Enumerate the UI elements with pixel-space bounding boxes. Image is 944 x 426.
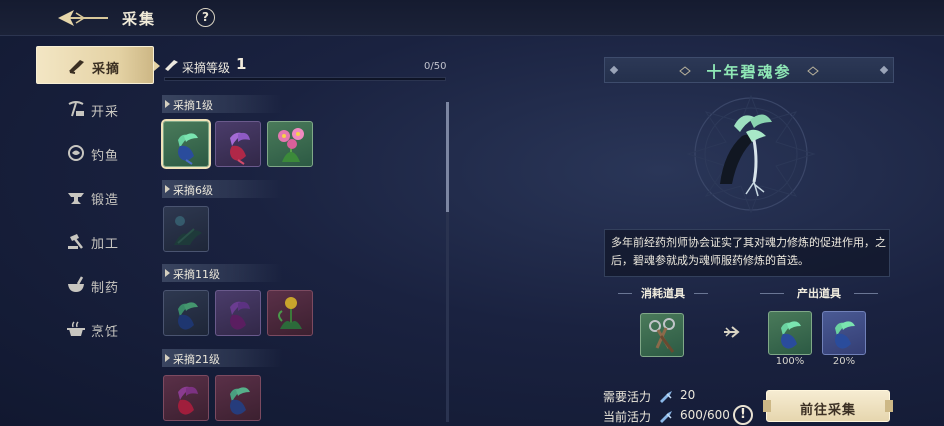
sidebar-item-pharmacy[interactable]: 制药 <box>36 266 154 304</box>
output-section-label: 产出道具 <box>760 285 878 301</box>
fishing-icon <box>68 145 84 161</box>
tier-list-scrollbar[interactable] <box>446 102 449 422</box>
mining-icon <box>68 101 84 117</box>
sidebar-item-processing[interactable]: 加工 <box>36 222 154 260</box>
sidebar-item-label: 加工 <box>91 237 120 252</box>
herb-slot-blue-ginseng[interactable] <box>161 119 211 169</box>
page-title: 采集 <box>122 10 157 28</box>
scrollbar-thumb[interactable] <box>446 102 449 212</box>
hammer-icon <box>68 234 83 249</box>
back-arrow-icon[interactable] <box>56 7 110 29</box>
anvil-icon <box>68 193 84 204</box>
consume-section-label: 消耗道具 <box>618 285 708 301</box>
arrow-right-icon <box>724 326 740 338</box>
top-header: 采集 ? <box>0 0 944 36</box>
shears-icon <box>649 318 675 353</box>
output-chance: 20% <box>832 356 856 367</box>
pick-icon <box>165 60 178 71</box>
sidebar-item-mining[interactable]: 开采 <box>36 90 154 128</box>
pick-icon <box>69 60 84 74</box>
tier-label: 采摘21级 <box>173 353 220 366</box>
mortar-icon <box>68 276 84 292</box>
level-value: 1 <box>236 55 247 73</box>
go-gather-button[interactable]: 前往采集 <box>763 390 893 422</box>
sidebar-item-label: 采摘 <box>92 62 121 77</box>
tier-header: 采摘6级 <box>162 180 282 198</box>
tier-label: 采摘6级 <box>173 184 213 197</box>
herb-slot-crimson-ginseng[interactable] <box>163 375 209 421</box>
item-title-bar: 十年碧魂参 <box>604 57 894 83</box>
herb-slot-purple-ginseng[interactable] <box>215 290 261 336</box>
herb-slot-golden-bud[interactable] <box>267 290 313 336</box>
help-icon[interactable]: ? <box>196 8 215 27</box>
item-description-box: 多年前经药剂师协会证实了其对魂力修炼的促进作用，之后，碧魂参就成为魂师服药修炼的… <box>604 229 890 277</box>
level-label: 采摘等级 <box>182 61 231 75</box>
tier-header: 采摘11级 <box>162 264 282 282</box>
tier-label: 采摘11级 <box>173 268 220 281</box>
herb-slot-azure-ginseng[interactable] <box>215 375 261 421</box>
sidebar-item-label: 烹饪 <box>91 325 120 340</box>
vitality-icon <box>660 391 672 403</box>
output-item-blue-ginseng-rare[interactable] <box>822 311 866 355</box>
herb-slot-pink-flower[interactable] <box>267 121 313 167</box>
item-title: 十年碧魂参 <box>706 63 792 81</box>
sidebar-item-cooking[interactable]: 烹饪 <box>36 310 154 348</box>
need-vitality-label: 需要活力 <box>603 390 652 404</box>
herb-slot-blue-ginseng-locked[interactable] <box>163 290 209 336</box>
herb-slot-locked-grass[interactable] <box>163 206 209 252</box>
need-vitality-value: 20 <box>680 388 696 402</box>
sidebar-item-fishing[interactable]: 钓鱼 <box>36 134 154 172</box>
level-progress-text: 0/50 <box>424 61 447 72</box>
sidebar-item-label: 锻造 <box>91 193 120 208</box>
item-description: 多年前经药剂师协会证实了其对魂力修炼的促进作用，之后，碧魂参就成为魂师服药修炼的… <box>611 236 886 267</box>
tier-list[interactable]: 采摘1级 采摘6级 采摘11级 采摘21级 <box>160 92 442 426</box>
tier-header: 采摘21级 <box>162 349 282 367</box>
blue-ginseng-illustration <box>686 94 816 214</box>
tier-label: 采摘1级 <box>173 99 213 112</box>
sidebar-item-label: 开采 <box>91 105 120 120</box>
warning-icon[interactable]: ! <box>733 405 753 425</box>
pick-level-bar: 采摘等级 1 0/50 <box>162 54 450 82</box>
level-progress-track <box>164 77 446 81</box>
sidebar-item-label: 钓鱼 <box>91 149 120 164</box>
vitality-icon <box>660 411 672 423</box>
current-vitality-label: 当前活力 <box>603 410 652 424</box>
herb-slot-red-ginseng[interactable] <box>215 121 261 167</box>
output-item-blue-ginseng[interactable] <box>768 311 812 355</box>
output-chance: 100% <box>775 356 805 367</box>
cooking-icon <box>67 321 85 336</box>
sidebar-item-label: 制药 <box>91 281 120 296</box>
sidebar: 采摘 开采 钓鱼 锻造 加工 制药 烹饪 <box>36 46 160 348</box>
sidebar-item-forging[interactable]: 锻造 <box>36 178 154 216</box>
active-indicator <box>154 61 160 71</box>
current-vitality-value: 600/600 <box>680 408 730 422</box>
tier-header: 采摘1级 <box>162 95 282 113</box>
consume-item-shears[interactable] <box>640 313 684 357</box>
sidebar-item-pick[interactable]: 采摘 <box>36 46 160 84</box>
